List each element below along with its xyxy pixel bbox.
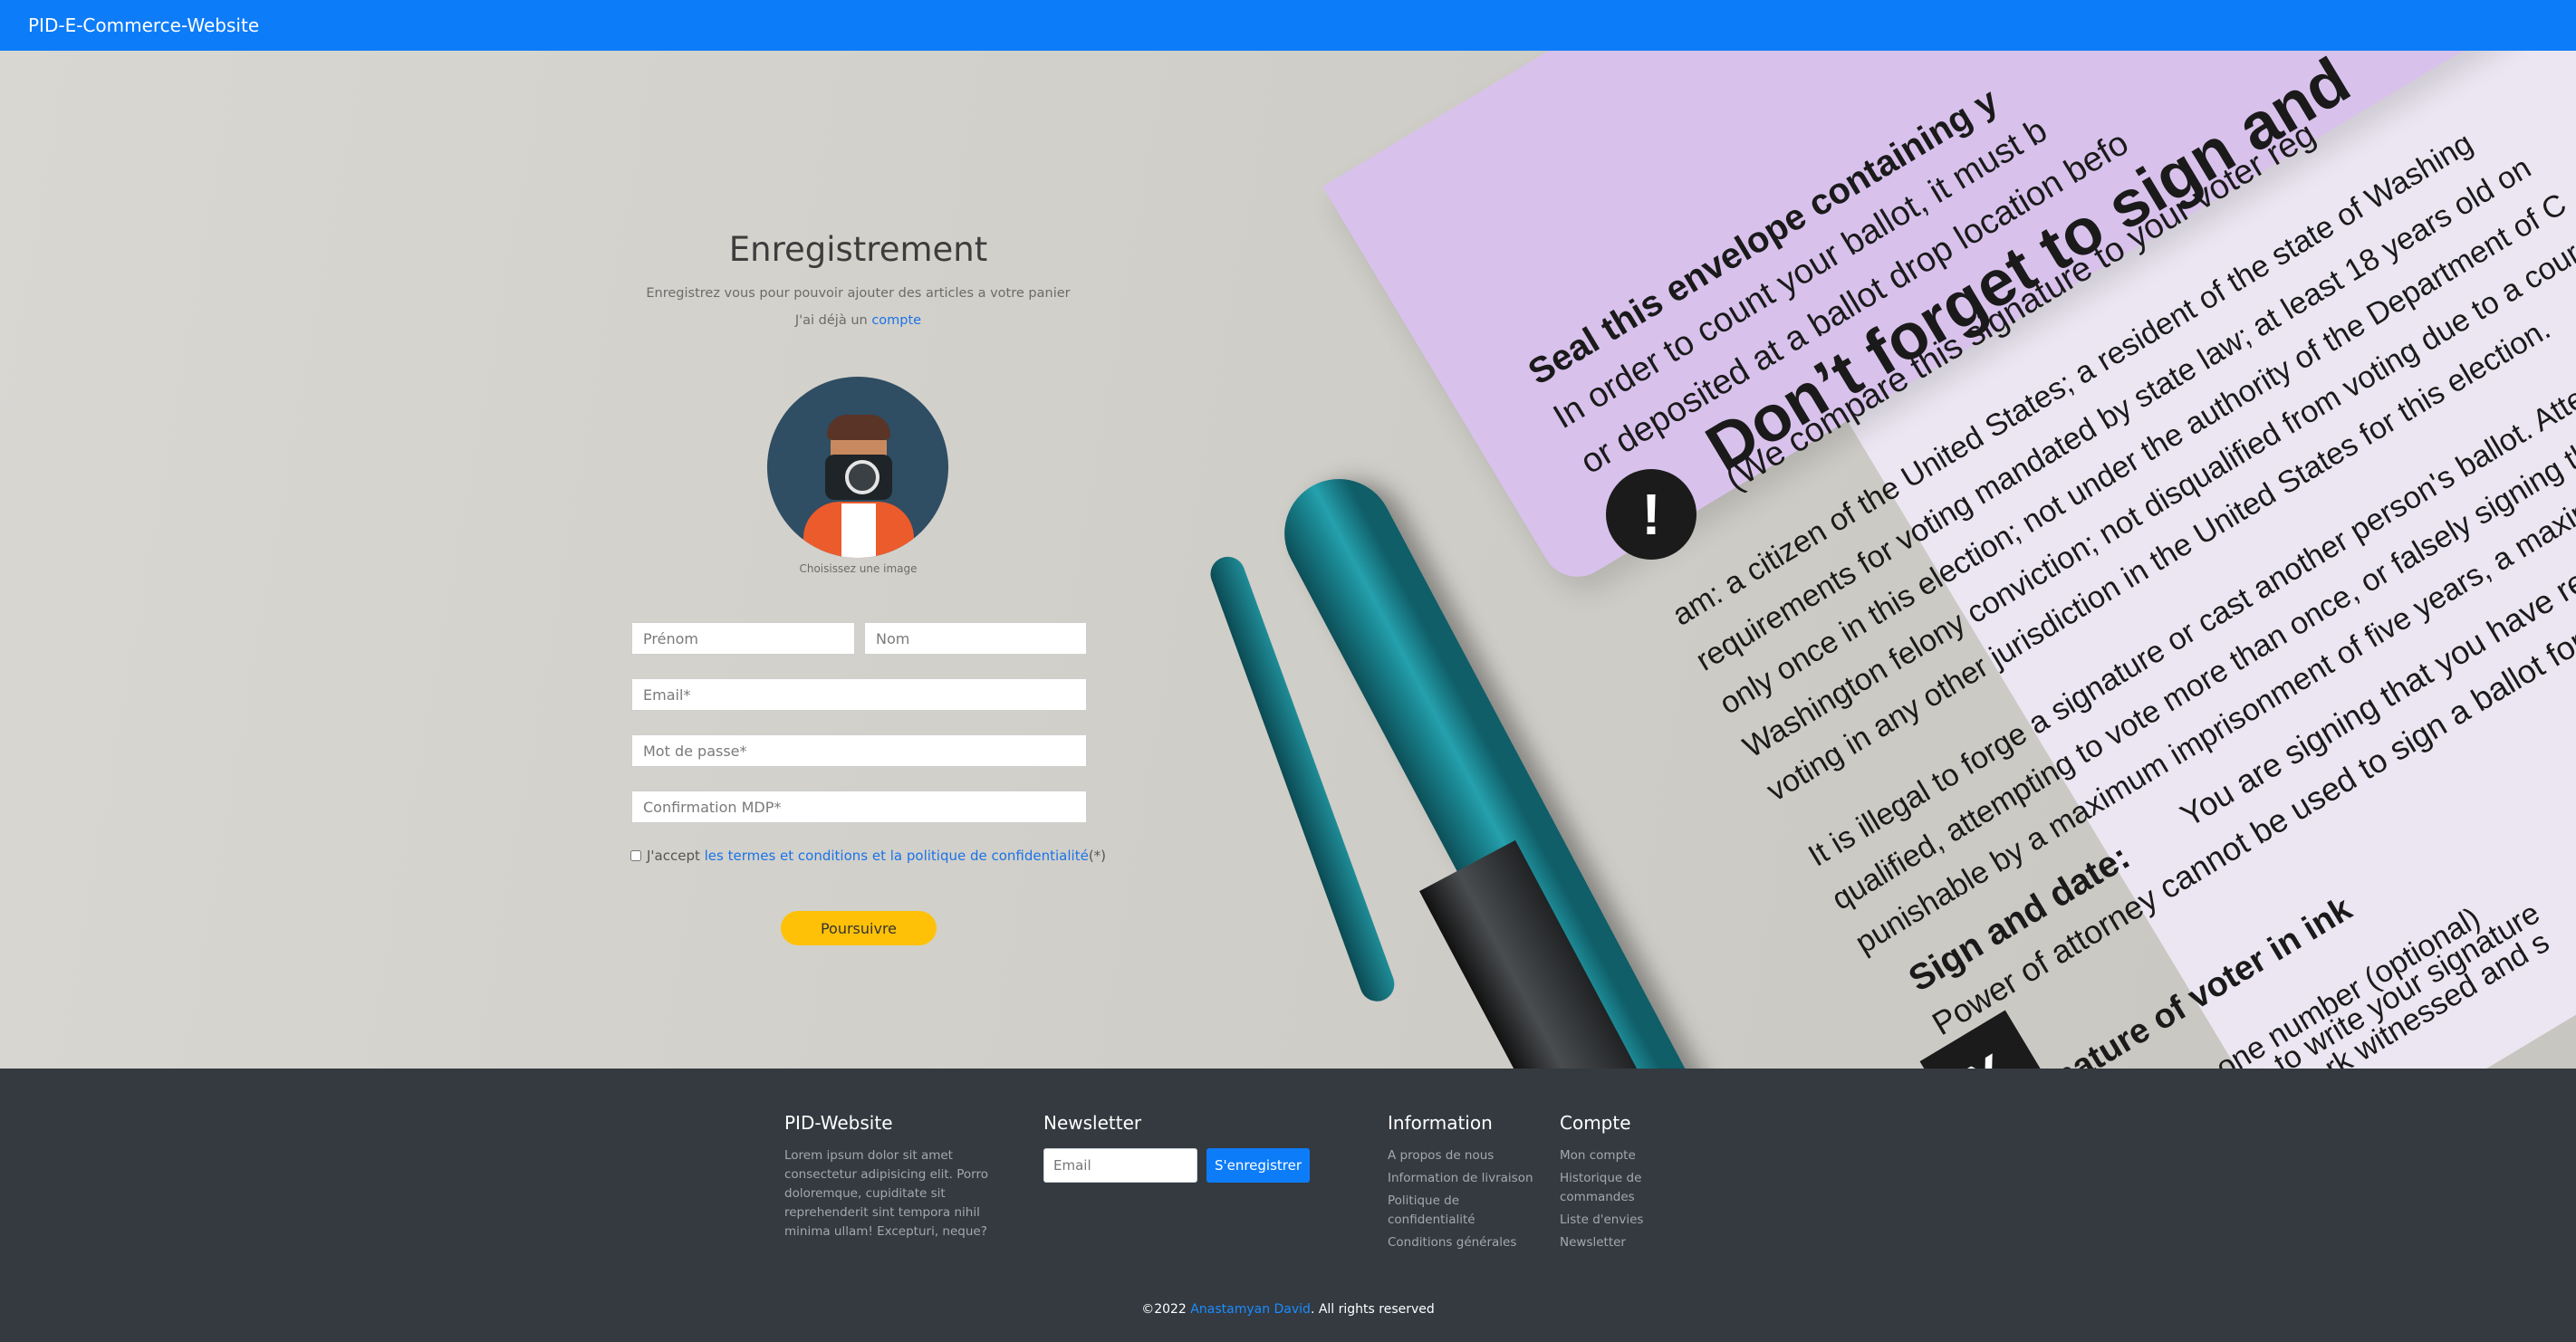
footer-about: PID-Website Lorem ipsum dolor sit amet c… — [784, 1112, 1020, 1241]
footer-about-heading: PID-Website — [784, 1112, 893, 1134]
login-prompt: J'ai déjà un compte — [625, 313, 1091, 328]
footer-newsletter-heading: Newsletter — [1043, 1112, 1142, 1134]
newsletter-email-input[interactable] — [1043, 1148, 1197, 1183]
avatar-shirt — [841, 503, 876, 558]
footer-link-terms[interactable]: Conditions générales — [1388, 1233, 1542, 1252]
footer-link-order-history[interactable]: Historique de commandes — [1560, 1169, 1659, 1207]
lastname-input[interactable] — [864, 622, 1087, 655]
terms-row: J'accept les termes et conditions et la … — [625, 848, 1114, 864]
password-confirm-input[interactable] — [631, 791, 1087, 823]
footer-link-my-account[interactable]: Mon compte — [1560, 1146, 1659, 1165]
navbar-brand[interactable]: PID-E-Commerce-Website — [28, 13, 259, 38]
footer: PID-Website Lorem ipsum dolor sit amet c… — [0, 1069, 2576, 1342]
copyright-prefix: ©2022 — [1141, 1302, 1191, 1317]
avatar-picker[interactable] — [767, 377, 948, 558]
terms-checkbox[interactable] — [630, 850, 641, 861]
copyright: ©2022 Anastamyan David. All rights reser… — [0, 1302, 2576, 1317]
copyright-author-link[interactable]: Anastamyan David — [1190, 1302, 1311, 1317]
footer-account-heading: Compte — [1560, 1112, 1631, 1134]
footer-link-newsletter[interactable]: Newsletter — [1560, 1233, 1659, 1252]
login-link[interactable]: compte — [871, 313, 921, 328]
avatar-hair — [827, 415, 890, 440]
page-title: Enregistrement — [728, 230, 988, 269]
footer-account: Compte Mon compte Historique de commande… — [1560, 1112, 1659, 1256]
copyright-suffix: . All rights reserved — [1310, 1302, 1435, 1317]
warning-icon: ! — [1606, 469, 1697, 560]
footer-information-heading: Information — [1388, 1112, 1493, 1134]
hero-section: Seal this envelope containing y In order… — [0, 51, 2576, 1069]
email-input[interactable] — [631, 678, 1087, 711]
password-input[interactable] — [631, 734, 1087, 767]
avatar-caption: Choisissez une image — [799, 562, 918, 575]
top-navbar: PID-E-Commerce-Website — [0, 0, 2576, 51]
login-prefix: J'ai déjà un — [794, 313, 872, 328]
terms-link[interactable]: les termes et conditions et la politique… — [705, 848, 1089, 864]
page-subtitle: Enregistrez vous pour pouvoir ajouter de… — [646, 286, 1071, 301]
firstname-input[interactable] — [631, 622, 855, 655]
footer-link-delivery[interactable]: Information de livraison — [1388, 1169, 1542, 1188]
footer-information: Information A propos de nous Information… — [1388, 1112, 1542, 1256]
camera-lens — [845, 460, 879, 494]
footer-link-privacy[interactable]: Politique de confidentialité — [1388, 1192, 1487, 1230]
footer-link-wishlist[interactable]: Liste d'envies — [1560, 1211, 1659, 1230]
submit-button[interactable]: Poursuivre — [781, 911, 937, 945]
newsletter-subscribe-button[interactable]: S'enregistrer — [1206, 1148, 1310, 1183]
footer-link-about[interactable]: A propos de nous — [1388, 1146, 1542, 1165]
terms-suffix: (*) — [1088, 848, 1107, 864]
terms-prefix: J'accept — [647, 848, 705, 864]
footer-newsletter: Newsletter S'enregistrer — [1043, 1112, 1324, 1193]
footer-about-text: Lorem ipsum dolor sit amet consectetur a… — [784, 1148, 989, 1239]
